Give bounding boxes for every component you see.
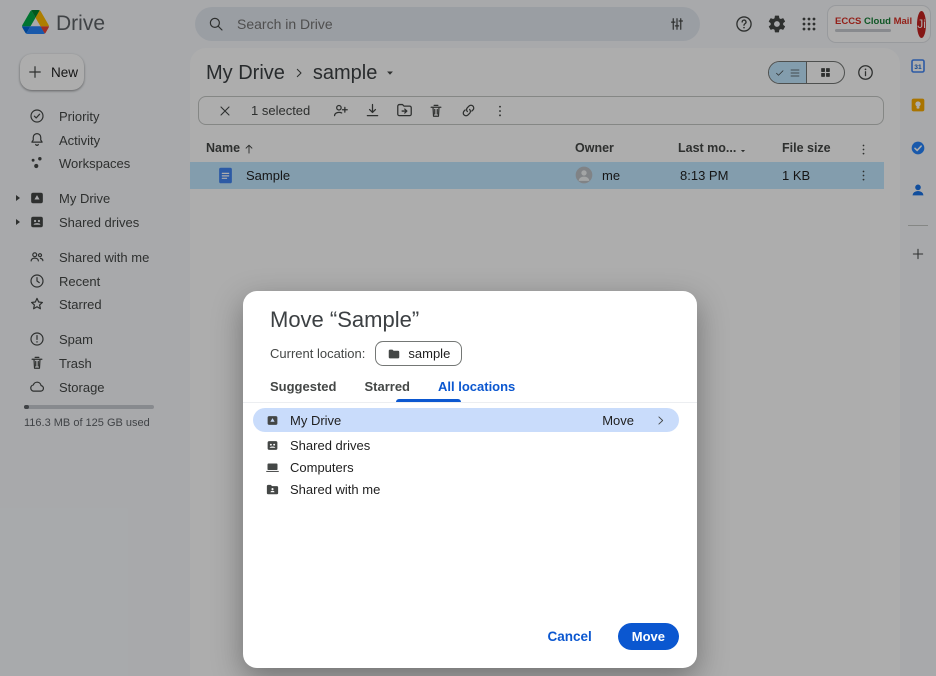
location-row-shared-with-me[interactable]: Shared with me xyxy=(253,477,679,501)
current-location-chip-label: sample xyxy=(408,346,450,361)
current-location-chip[interactable]: sample xyxy=(375,341,462,366)
move-dialog: Move “Sample” Current location: sample S… xyxy=(243,291,697,668)
cancel-button[interactable]: Cancel xyxy=(547,629,591,644)
tabs-divider xyxy=(243,402,697,403)
location-label: Shared with me xyxy=(290,482,380,497)
location-row-computers[interactable]: Computers xyxy=(253,455,679,479)
tab-suggested[interactable]: Suggested xyxy=(270,379,336,402)
shared-folder-icon xyxy=(265,482,280,497)
dialog-footer: Cancel Move xyxy=(547,623,679,650)
folder-icon xyxy=(387,347,401,361)
location-label: Computers xyxy=(290,460,354,475)
row-move-action[interactable]: Move xyxy=(602,413,634,428)
dialog-title: Move “Sample” xyxy=(270,307,419,333)
google-drive-app: Drive xyxy=(0,0,936,676)
dialog-tabs: Suggested Starred All locations xyxy=(270,379,515,402)
location-row-shared-drives[interactable]: Shared drives xyxy=(253,433,679,457)
shared-drives-icon xyxy=(265,438,280,453)
move-button[interactable]: Move xyxy=(618,623,679,650)
current-location-label: Current location: xyxy=(270,346,365,361)
current-location-row: Current location: sample xyxy=(270,341,462,366)
chevron-right-icon[interactable] xyxy=(654,414,667,427)
location-row-my-drive[interactable]: My Drive Move xyxy=(253,408,679,432)
computer-icon xyxy=(265,460,280,475)
location-label: My Drive xyxy=(290,413,341,428)
location-label: Shared drives xyxy=(290,438,370,453)
my-drive-icon xyxy=(265,413,280,428)
